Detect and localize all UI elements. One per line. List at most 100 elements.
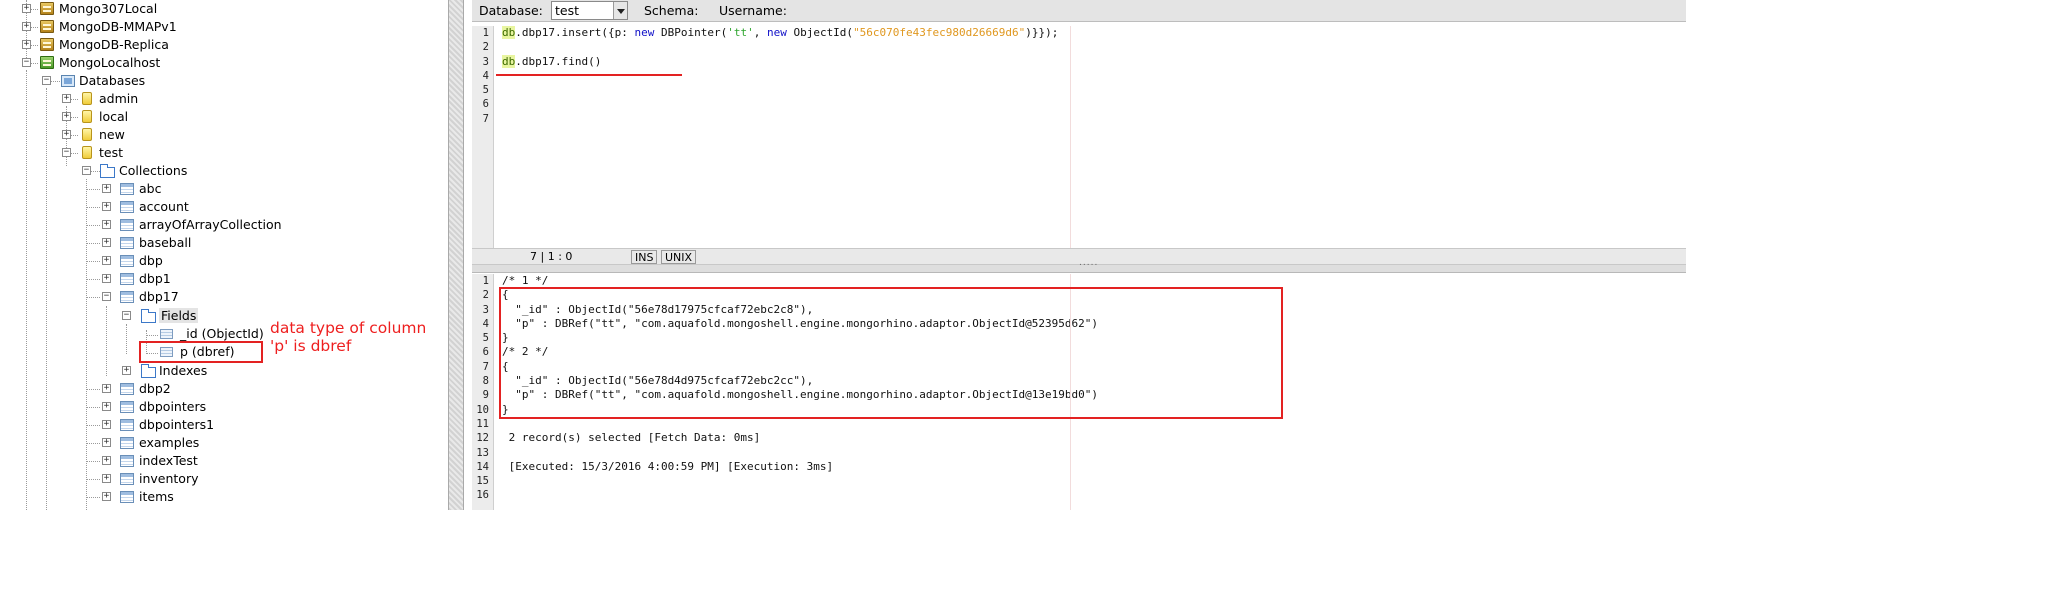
table-icon	[120, 383, 134, 395]
code-token: .dbp17.insert({p:	[515, 26, 635, 39]
collapse-toggle[interactable]: −	[82, 166, 91, 175]
tree-node-label: baseball	[139, 235, 192, 250]
result-line	[502, 446, 1686, 460]
collapse-toggle[interactable]: −	[62, 148, 71, 157]
database-select[interactable]: test	[551, 1, 628, 20]
tree-collection-item[interactable]: items	[139, 488, 174, 506]
expand-toggle[interactable]: +	[102, 238, 111, 247]
code-token: ObjectId(	[786, 26, 854, 39]
collapse-toggle[interactable]: −	[102, 292, 111, 301]
tree-node-label: admin	[99, 91, 139, 106]
tree-node-label: Mongo307Local	[59, 1, 158, 16]
tree-collection-item[interactable]: inventory	[139, 470, 199, 488]
tree-server-mongo307local[interactable]: Mongo307Local	[59, 0, 157, 18]
tree-server-mongodb-replica[interactable]: MongoDB-Replica	[59, 36, 169, 54]
tree-collection-item[interactable]: examples	[139, 434, 199, 452]
tree-collection-item[interactable]: baseball	[139, 234, 191, 252]
object-explorer-tree: + Mongo307Local + MongoDB-MMAPv1 + Mongo…	[0, 0, 448, 510]
tree-collection-item[interactable]: dbp1	[139, 270, 171, 288]
database-icon	[82, 110, 92, 123]
tree-collections[interactable]: Collections	[119, 162, 187, 180]
results-pane[interactable]: 1 2 3 4 5 6 7 8 9 10 11 12 13 14 15 16 /* 1 */{ "_id" :…	[472, 274, 1686, 510]
field-icon	[160, 329, 173, 339]
expand-toggle[interactable]: +	[102, 184, 111, 193]
panel-splitter[interactable]	[448, 0, 464, 510]
expand-toggle[interactable]: +	[102, 402, 111, 411]
result-line	[502, 474, 1686, 488]
tree-collection-item[interactable]: dbp2	[139, 380, 171, 398]
tree-node-label: examples	[139, 435, 200, 450]
query-editor[interactable]: 1234567 db.dbp17.insert({p: new DBPointe…	[472, 26, 1686, 248]
expand-toggle[interactable]: +	[102, 474, 111, 483]
collapse-toggle[interactable]: −	[22, 58, 31, 67]
underline-annotation	[496, 74, 682, 76]
tree-node-label: account	[139, 199, 189, 214]
table-icon	[120, 273, 134, 285]
tree-node-label: dbp	[139, 253, 163, 268]
tree-collection-item[interactable]: dbpointers	[139, 398, 206, 416]
collapse-toggle[interactable]: −	[42, 76, 51, 85]
expand-toggle[interactable]: +	[102, 274, 111, 283]
expand-toggle[interactable]: +	[22, 40, 31, 49]
tree-node-label: new	[99, 127, 125, 142]
tree-node-label: Collections	[119, 163, 188, 178]
line-number: 12	[476, 432, 489, 445]
tree-db-new[interactable]: new	[99, 126, 125, 144]
expand-toggle[interactable]: +	[102, 438, 111, 447]
tree-fields[interactable]: Fields	[159, 307, 199, 325]
margin-guide	[1070, 26, 1071, 248]
tree-server-mongolocalhost[interactable]: MongoLocalhost	[59, 54, 160, 72]
expand-toggle[interactable]: +	[102, 256, 111, 265]
tree-node-label: Databases	[79, 73, 146, 88]
tree-collection-item[interactable]: arrayOfArrayCollection	[139, 216, 282, 234]
expand-toggle[interactable]: +	[22, 4, 31, 13]
tree-node-label: indexTest	[139, 453, 198, 468]
expand-toggle[interactable]: +	[62, 130, 71, 139]
expand-toggle[interactable]: +	[102, 202, 111, 211]
tree-db-test[interactable]: test	[99, 144, 123, 162]
tree-collection-item[interactable]: account	[139, 198, 189, 216]
tree-node-label: dbpointers1	[139, 417, 215, 432]
expand-toggle[interactable]: +	[102, 220, 111, 229]
table-icon	[120, 455, 134, 467]
tree-collection-item[interactable]: indexTest	[139, 452, 198, 470]
cursor-position: 7 | 1 : 0	[530, 250, 573, 263]
line-number: 13	[476, 446, 489, 459]
tree-node-label: dbpointers	[139, 399, 207, 414]
tree-node-label: Fields	[159, 308, 199, 323]
line-number: 3	[482, 303, 489, 316]
tree-collection-item[interactable]: dbp17	[139, 288, 179, 306]
expand-toggle[interactable]: +	[122, 366, 131, 375]
table-icon	[120, 437, 134, 449]
expand-toggle[interactable]: +	[102, 456, 111, 465]
code-area[interactable]: db.dbp17.insert({p: new DBPointer('tt', …	[502, 26, 1686, 248]
chevron-down-icon[interactable]	[613, 2, 627, 19]
expand-toggle[interactable]: +	[102, 420, 111, 429]
table-icon	[120, 201, 134, 213]
expand-toggle[interactable]: +	[62, 112, 71, 121]
line-number: 16	[476, 489, 489, 502]
tree-server-mongodb-mmapv1[interactable]: MongoDB-MMAPv1	[59, 18, 177, 36]
new-keyword: new	[634, 26, 655, 39]
folder-icon	[141, 364, 156, 378]
tree-collection-item[interactable]: dbpointers1	[139, 416, 214, 434]
expand-toggle[interactable]: +	[102, 492, 111, 501]
expand-toggle[interactable]: +	[102, 384, 111, 393]
tree-collection-item[interactable]: dbp	[139, 252, 163, 270]
result-line	[502, 488, 1686, 502]
tree-indexes[interactable]: Indexes	[159, 362, 207, 380]
new-keyword: new	[766, 26, 787, 39]
expand-toggle[interactable]: +	[22, 22, 31, 31]
line-ending[interactable]: UNIX	[661, 250, 697, 264]
tree-db-admin[interactable]: admin	[99, 90, 138, 108]
line-number: 1	[482, 27, 489, 39]
line-number: 14	[476, 460, 489, 473]
tree-databases[interactable]: Databases	[79, 72, 145, 90]
collapse-toggle[interactable]: −	[122, 311, 131, 320]
tree-db-local[interactable]: local	[99, 108, 128, 126]
expand-toggle[interactable]: +	[62, 94, 71, 103]
code-line-3: db.dbp17.find()	[502, 54, 1686, 69]
insert-mode[interactable]: INS	[631, 250, 658, 264]
editor-results-splitter[interactable]	[472, 258, 1686, 273]
tree-collection-item[interactable]: abc	[139, 180, 161, 198]
